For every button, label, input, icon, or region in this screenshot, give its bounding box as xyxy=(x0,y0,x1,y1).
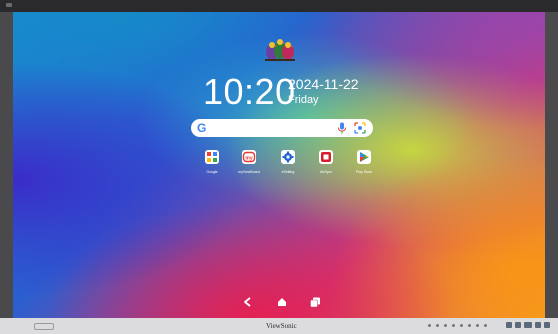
top-bezel xyxy=(0,0,558,12)
app-row: Google my myViewBoard vSetting AirSync P… xyxy=(199,150,372,188)
front-button[interactable] xyxy=(452,324,455,327)
front-buttons xyxy=(428,324,508,329)
front-button[interactable] xyxy=(444,324,447,327)
right-bezel xyxy=(545,12,558,318)
usb-port xyxy=(544,322,550,328)
play-store-icon xyxy=(357,150,371,164)
google-folder-icon xyxy=(205,150,219,164)
front-button[interactable] xyxy=(428,324,431,327)
navigation-bar xyxy=(238,296,328,310)
recent-apps-icon[interactable] xyxy=(309,296,321,308)
app-label: Play Store xyxy=(355,170,373,174)
bottom-bezel: ViewSonic xyxy=(0,318,558,334)
front-button[interactable] xyxy=(436,324,439,327)
svg-text:my: my xyxy=(245,156,252,162)
app-play-store[interactable]: Play Store xyxy=(351,150,377,175)
app-label: vSetting xyxy=(281,170,295,174)
app-label: Google xyxy=(206,170,218,174)
hdmi-port xyxy=(524,322,532,328)
voice-search-mic-icon[interactable] xyxy=(337,122,347,134)
myviewboard-icon: my xyxy=(242,150,256,164)
front-button[interactable] xyxy=(460,324,463,327)
clock-day: Friday xyxy=(288,94,319,106)
google-g-icon: G xyxy=(197,121,207,135)
brand-logo: ViewSonic xyxy=(266,322,297,330)
usb-port xyxy=(506,322,512,328)
usb-port xyxy=(515,322,521,328)
back-arrow-icon[interactable] xyxy=(242,296,254,308)
vsetting-gear-icon xyxy=(281,150,295,164)
home-screen: 10:20 2024-11-22 Friday G Google my myVi… xyxy=(13,12,545,318)
left-bezel xyxy=(0,12,13,318)
front-button[interactable] xyxy=(476,324,479,327)
front-button[interactable] xyxy=(468,324,471,327)
app-vsetting[interactable]: vSetting xyxy=(275,150,301,175)
clock-time: 10:20 xyxy=(203,71,296,112)
usb-slot xyxy=(34,323,54,330)
app-label: myViewBoard xyxy=(238,170,260,174)
app-airsync[interactable]: AirSync xyxy=(313,150,339,175)
home-icon[interactable] xyxy=(276,296,288,308)
google-lens-icon[interactable] xyxy=(354,122,366,134)
airsync-icon xyxy=(319,150,333,164)
usb-c-port xyxy=(535,322,541,328)
clock-date: 2024-11-22 xyxy=(288,76,359,92)
app-label: AirSync xyxy=(319,170,333,174)
google-search-bar[interactable]: G xyxy=(191,119,373,137)
front-ports xyxy=(506,322,552,330)
viewsonic-birds-logo-icon xyxy=(265,39,295,61)
app-google[interactable]: Google xyxy=(199,150,225,175)
app-myviewboard[interactable]: my myViewBoard xyxy=(236,150,262,175)
front-button[interactable] xyxy=(484,324,487,327)
camera-indicator xyxy=(6,3,12,7)
